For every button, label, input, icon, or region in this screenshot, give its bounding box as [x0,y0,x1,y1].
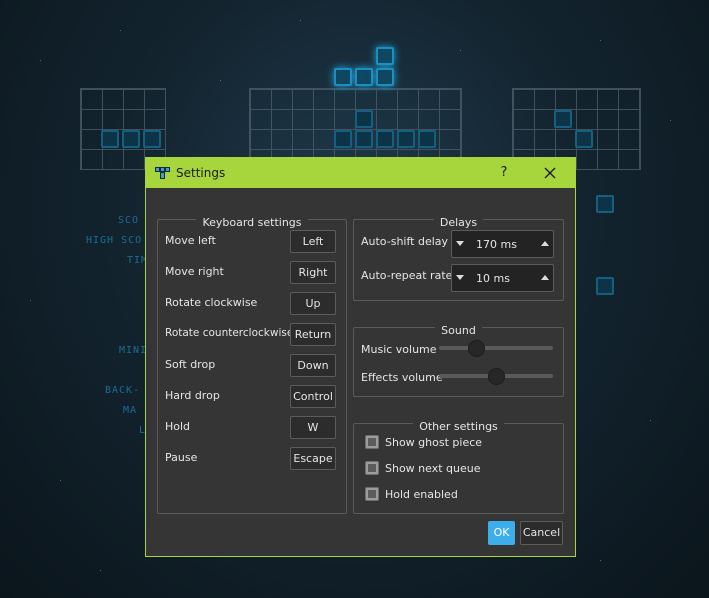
slider-handle[interactable] [488,368,505,385]
delays-title: Delays [433,216,484,229]
dialog-content: Keyboard settings Move left Left Move ri… [146,188,575,556]
hold-block [101,130,119,148]
binding-label: Pause [165,451,198,464]
binding-label: Rotate clockwise [165,296,258,309]
slider-handle[interactable] [468,340,486,357]
hold-block [122,130,140,148]
auto-repeat-spinbox[interactable]: 10 ms [451,264,554,292]
binding-label: Hard drop [165,389,220,402]
key-button-move-right[interactable]: Right [290,261,336,284]
decrement-icon[interactable] [456,241,464,246]
hold-enabled-checkbox[interactable] [365,487,379,501]
keyboard-settings-title: Keyboard settings [196,216,308,229]
next-block [596,195,614,213]
next-queue-label[interactable]: Show next queue [385,462,481,475]
key-button-soft-drop[interactable]: Down [290,354,336,377]
binding-label: Soft drop [165,358,216,371]
key-button-hold[interactable]: W [290,416,336,439]
ghost-block [376,130,394,148]
high-score-label: HIGH SCO [86,235,143,246]
ghost-block [418,130,436,148]
auto-shift-label: Auto-shift delay [361,235,449,248]
effects-volume-slider[interactable] [439,368,553,385]
next-block [596,277,614,295]
increment-icon[interactable] [541,241,549,246]
ghost-block [397,130,415,148]
title-bar[interactable]: Settings ? [146,158,575,188]
ghost-block [355,130,373,148]
auto-shift-value: 170 ms [476,238,517,251]
cancel-button[interactable]: Cancel [520,521,563,545]
dialog-title: Settings [176,166,226,180]
score-label: SCO [118,215,140,226]
key-button-pause[interactable]: Escape [290,447,336,470]
close-icon[interactable] [539,163,561,183]
tetris-block-icon [155,167,170,179]
sound-title: Sound [435,324,482,337]
auto-repeat-value: 10 ms [476,272,510,285]
music-volume-label: Music volume [361,343,437,356]
hold-enabled-label[interactable]: Hold enabled [385,488,458,501]
key-button-rotate-cw[interactable]: Up [290,292,336,315]
max-label: MA [123,405,138,416]
ghost-block [334,130,352,148]
key-button-rotate-ccw[interactable]: Return [290,323,336,346]
increment-icon[interactable] [541,275,549,280]
ghost-piece-checkbox[interactable] [365,435,379,449]
other-settings-title: Other settings [413,420,504,433]
ghost-block [355,110,373,128]
next-block [575,130,593,148]
effects-volume-label: Effects volume [361,371,443,384]
music-volume-slider[interactable] [439,340,553,357]
binding-label: Rotate counterclockwise [165,327,294,339]
ghost-piece-label[interactable]: Show ghost piece [385,436,482,449]
next-block [554,110,572,128]
auto-shift-spinbox[interactable]: 170 ms [451,230,554,258]
settings-dialog: Settings ? Keyboard settings Move left L… [145,157,576,557]
falling-block [334,68,352,86]
falling-block [376,47,394,65]
binding-label: Hold [165,420,191,433]
key-button-hard-drop[interactable]: Control [290,385,336,408]
sound-group: Sound [353,324,564,397]
help-button[interactable]: ? [493,163,515,183]
auto-repeat-label: Auto-repeat rate [361,269,453,282]
key-button-move-left[interactable]: Left [290,230,336,253]
falling-block [376,68,394,86]
decrement-icon[interactable] [456,275,464,280]
ok-button[interactable]: OK [488,521,515,545]
back-to-back-label: BACK- [105,385,141,396]
binding-label: Move left [165,234,216,247]
next-queue-checkbox[interactable] [365,461,379,475]
binding-label: Move right [165,265,224,278]
hold-block [143,130,161,148]
falling-block [355,68,373,86]
mini-label: MINI [119,345,148,356]
